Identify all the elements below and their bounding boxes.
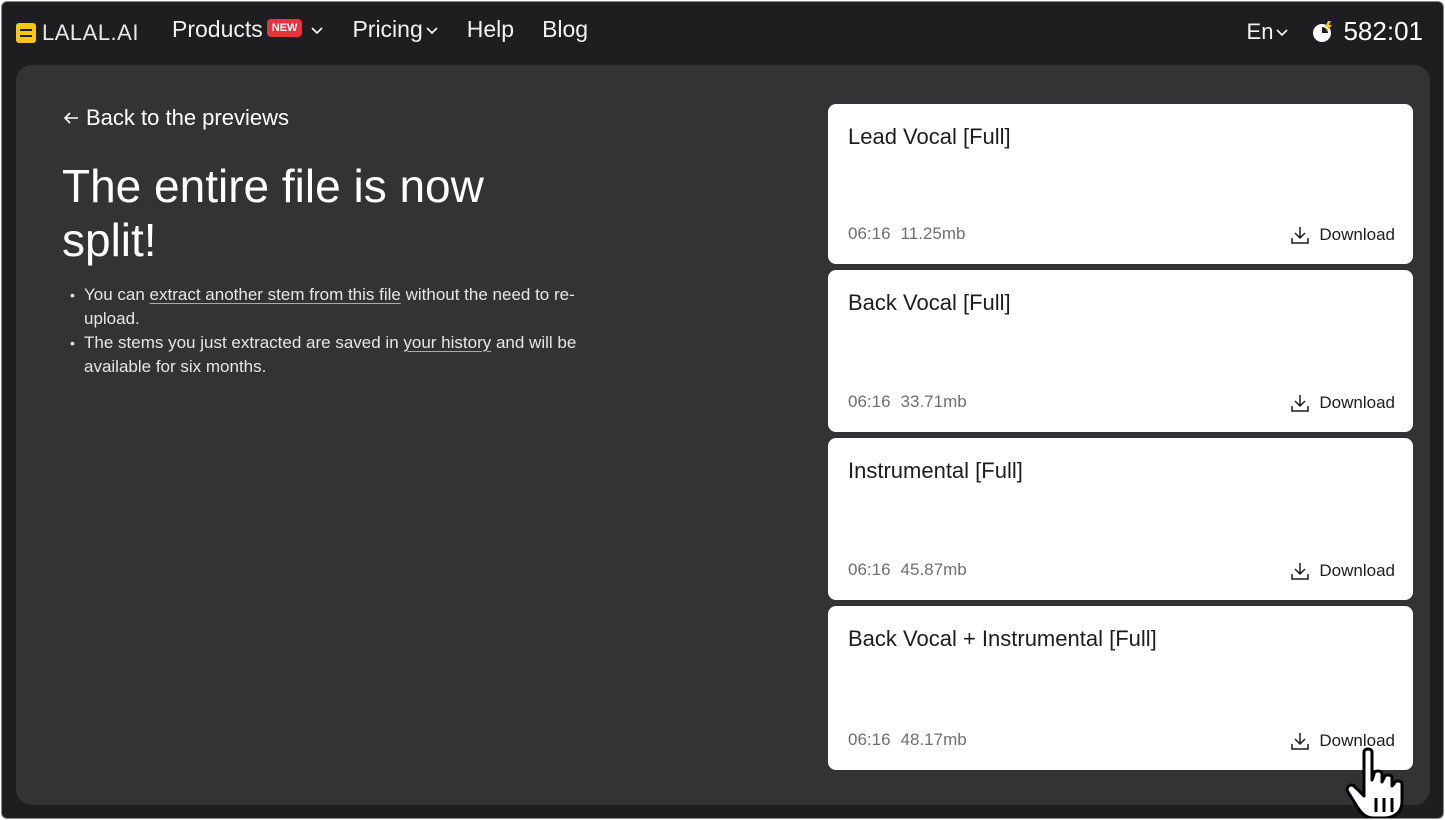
main-panel: Back to the previews The entire file is … <box>16 65 1430 805</box>
stem-title: Back Vocal [Full] <box>848 290 1011 315</box>
nav-help[interactable]: Help <box>467 16 514 43</box>
chevron-down-icon <box>426 26 438 34</box>
nav-help-label: Help <box>466 16 515 42</box>
download-button[interactable]: Download <box>1289 224 1395 246</box>
back-to-previews-link[interactable]: Back to the previews <box>62 105 289 131</box>
language-selector[interactable]: En <box>1247 19 1290 45</box>
stem-duration: 06:16 <box>848 730 891 749</box>
stem-card-back-vocal-instrumental: Back Vocal + Instrumental [Full] 06:16 4… <box>828 606 1413 770</box>
logo[interactable]: LALAL.AI <box>16 20 139 46</box>
note-text: You can <box>84 285 150 304</box>
top-navbar: LALAL.AI Products NEW Pricing Help Blog … <box>2 2 1443 62</box>
nav-blog-label: Blog <box>542 16 589 42</box>
stem-size: 33.71mb <box>900 392 967 411</box>
stem-title: Instrumental [Full] <box>848 458 1023 483</box>
note-item: You can extract another stem from this f… <box>68 283 598 331</box>
nav-blog[interactable]: Blog <box>542 16 588 43</box>
logo-icon <box>16 23 36 43</box>
download-icon <box>1291 227 1310 244</box>
language-label: En <box>1246 18 1274 44</box>
note-text: The stems you just extracted are saved i… <box>84 333 404 352</box>
download-icon <box>1291 733 1310 750</box>
download-label: Download <box>1319 393 1395 412</box>
minutes-balance[interactable]: 582:01 <box>1311 16 1423 47</box>
download-button[interactable]: Download <box>1289 560 1395 582</box>
nav-pricing[interactable]: Pricing <box>352 16 438 43</box>
stem-meta: 06:16 11.25mb <box>848 224 965 244</box>
new-badge: NEW <box>266 18 303 37</box>
stem-card-back-vocal: Back Vocal [Full] 06:16 33.71mb Download <box>828 270 1413 432</box>
history-link[interactable]: your history <box>403 333 491 352</box>
stem-card-lead-vocal: Lead Vocal [Full] 06:16 11.25mb Download <box>828 104 1413 264</box>
download-icon <box>1291 395 1310 412</box>
chevron-down-icon <box>311 26 324 34</box>
stem-size: 45.87mb <box>900 560 967 579</box>
stem-size: 48.17mb <box>900 730 967 749</box>
back-link-label: Back to the previews <box>86 105 289 130</box>
nav-products-label: Products <box>172 16 263 42</box>
stem-title: Back Vocal + Instrumental [Full] <box>848 626 1157 651</box>
stem-meta: 06:16 45.87mb <box>848 560 967 580</box>
download-label: Download <box>1319 561 1395 580</box>
info-notes: You can extract another stem from this f… <box>68 283 598 379</box>
stem-card-instrumental: Instrumental [Full] 06:16 45.87mb Downlo… <box>828 438 1413 600</box>
logo-text: LALAL.AI <box>42 20 139 45</box>
nav-pricing-label: Pricing <box>352 16 423 42</box>
minutes-value: 582:01 <box>1343 16 1423 46</box>
timer-icon <box>1313 20 1333 42</box>
page-title: The entire file is now split! <box>62 160 484 266</box>
download-button[interactable]: Download <box>1289 392 1395 414</box>
nav-products[interactable]: Products NEW <box>172 16 324 43</box>
arrow-left-icon <box>63 112 78 124</box>
app-window: LALAL.AI Products NEW Pricing Help Blog … <box>1 1 1444 819</box>
chevron-down-icon <box>1276 28 1289 36</box>
stem-duration: 06:16 <box>848 392 891 411</box>
download-label: Download <box>1319 225 1395 244</box>
stem-size: 11.25mb <box>900 224 966 243</box>
stem-meta: 06:16 48.17mb <box>848 730 967 750</box>
extract-another-stem-link[interactable]: extract another stem from this file <box>150 285 401 304</box>
stem-duration: 06:16 <box>848 224 891 243</box>
hand-cursor-icon <box>1345 747 1404 818</box>
header-right: En 582:01 <box>1247 16 1423 47</box>
stem-duration: 06:16 <box>848 560 891 579</box>
note-item: The stems you just extracted are saved i… <box>68 331 598 379</box>
main-nav: Products NEW Pricing Help Blog <box>172 16 616 43</box>
stem-title: Lead Vocal [Full] <box>848 124 1011 149</box>
stem-meta: 06:16 33.71mb <box>848 392 967 412</box>
download-icon <box>1291 563 1310 580</box>
